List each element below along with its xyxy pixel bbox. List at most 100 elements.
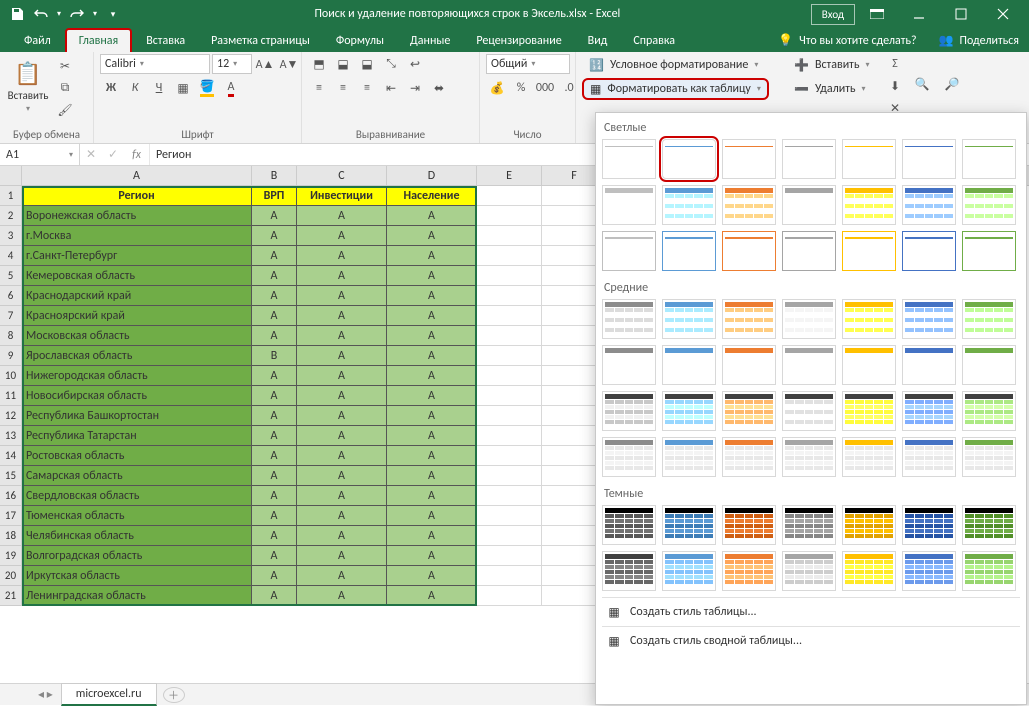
cell[interactable]: A	[297, 346, 387, 366]
table-style-thumb[interactable]	[842, 185, 896, 225]
table-style-thumb[interactable]	[962, 505, 1016, 545]
cell[interactable]	[477, 346, 542, 366]
row-header[interactable]: 11	[0, 386, 22, 406]
cell[interactable]: A	[252, 306, 297, 326]
cell[interactable]: A	[252, 246, 297, 266]
sheet-tab[interactable]: microexcel.ru	[61, 683, 157, 706]
tab-file[interactable]: Файл	[12, 30, 63, 52]
table-style-thumb[interactable]	[962, 345, 1016, 385]
cell[interactable]	[477, 466, 542, 486]
cell[interactable]	[477, 266, 542, 286]
table-style-thumb[interactable]	[722, 185, 776, 225]
row-header[interactable]: 10	[0, 366, 22, 386]
table-style-thumb[interactable]	[782, 437, 836, 477]
cell[interactable]: A	[387, 386, 477, 406]
cell[interactable]: A	[297, 466, 387, 486]
table-style-thumb[interactable]	[962, 185, 1016, 225]
fill-color-icon[interactable]: 🪣	[196, 78, 218, 98]
fx-icon[interactable]: fx	[124, 144, 150, 165]
sort-filter-icon[interactable]: 🔍	[908, 54, 936, 114]
cell[interactable]: A	[387, 326, 477, 346]
table-style-thumb[interactable]	[902, 185, 956, 225]
row-header[interactable]: 20	[0, 566, 22, 586]
cell[interactable]: г.Санкт-Петербург	[22, 246, 252, 266]
cell[interactable]: Ленинградская область	[22, 586, 252, 606]
table-style-thumb[interactable]	[602, 299, 656, 339]
cell[interactable]: Свердловская область	[22, 486, 252, 506]
cell[interactable]	[477, 186, 542, 206]
cell[interactable]: A	[252, 386, 297, 406]
row-header[interactable]: 1	[0, 186, 22, 206]
cell[interactable]: A	[387, 506, 477, 526]
table-style-thumb[interactable]	[722, 437, 776, 477]
cell[interactable]: A	[252, 326, 297, 346]
table-style-thumb[interactable]	[842, 391, 896, 431]
cell[interactable]: A	[297, 206, 387, 226]
comma-icon[interactable]: 000	[534, 78, 556, 98]
cell[interactable]: Кемеровская область	[22, 266, 252, 286]
orientation-icon[interactable]: ⤡	[380, 54, 402, 74]
cut-icon[interactable]: ✂	[54, 56, 76, 76]
cell[interactable]: A	[297, 486, 387, 506]
cell[interactable]	[477, 326, 542, 346]
row-header[interactable]: 9	[0, 346, 22, 366]
cell[interactable]	[477, 426, 542, 446]
tell-me[interactable]: 💡Что вы хотите сделать?	[768, 29, 926, 52]
tab-help[interactable]: Справка	[621, 30, 687, 52]
table-style-thumb[interactable]	[722, 299, 776, 339]
table-style-thumb[interactable]	[902, 139, 956, 179]
cell[interactable]: A	[297, 526, 387, 546]
table-style-thumb[interactable]	[602, 391, 656, 431]
cell[interactable]: A	[252, 286, 297, 306]
insert-cells-button[interactable]: ➕Вставить▾	[788, 54, 875, 76]
format-painter-icon[interactable]: 🖌	[54, 100, 76, 120]
cell[interactable]: A	[252, 586, 297, 606]
cell[interactable]: A	[297, 366, 387, 386]
table-style-thumb[interactable]	[842, 345, 896, 385]
cell[interactable]: A	[252, 266, 297, 286]
cell[interactable]: A	[297, 326, 387, 346]
cell[interactable]: A	[297, 286, 387, 306]
table-style-thumb[interactable]	[662, 185, 716, 225]
cell[interactable]: A	[252, 406, 297, 426]
italic-button[interactable]: К	[124, 78, 146, 98]
cell[interactable]: Воронежская область	[22, 206, 252, 226]
enter-formula-icon[interactable]: ✓	[102, 144, 124, 165]
table-style-thumb[interactable]	[782, 345, 836, 385]
cancel-formula-icon[interactable]: ✕	[80, 144, 102, 165]
table-style-thumb[interactable]	[722, 505, 776, 545]
cell[interactable]: Регион	[22, 186, 252, 206]
cell[interactable]: A	[297, 266, 387, 286]
bold-button[interactable]: Ж	[100, 78, 122, 98]
tab-data[interactable]: Данные	[398, 30, 462, 52]
cell[interactable]: A	[252, 466, 297, 486]
cell[interactable]: ВРП	[252, 186, 297, 206]
table-style-thumb[interactable]	[842, 551, 896, 591]
name-box[interactable]: A1▾	[0, 144, 80, 165]
cell[interactable]: A	[252, 226, 297, 246]
cell[interactable]	[477, 386, 542, 406]
cell[interactable]: A	[252, 506, 297, 526]
align-bottom-icon[interactable]: ⬓	[356, 54, 378, 74]
table-style-thumb[interactable]	[722, 391, 776, 431]
cell[interactable]: A	[252, 366, 297, 386]
row-header[interactable]: 3	[0, 226, 22, 246]
cell[interactable]	[477, 486, 542, 506]
cell[interactable]	[477, 226, 542, 246]
column-header[interactable]: D	[387, 166, 477, 185]
wrap-text-icon[interactable]: ↩	[404, 54, 426, 74]
cell[interactable]	[477, 246, 542, 266]
cell[interactable]: A	[252, 526, 297, 546]
cell[interactable]: A	[297, 406, 387, 426]
cell[interactable]: Волгоградская область	[22, 546, 252, 566]
decrease-font-icon[interactable]: A▼	[278, 54, 300, 74]
table-style-thumb[interactable]	[842, 231, 896, 271]
cell[interactable]: A	[387, 486, 477, 506]
table-style-thumb[interactable]	[602, 345, 656, 385]
table-style-thumb[interactable]	[662, 391, 716, 431]
align-left-icon[interactable]: ≡	[308, 78, 330, 98]
cell[interactable]: Ярославская область	[22, 346, 252, 366]
table-style-thumb[interactable]	[902, 551, 956, 591]
format-as-table-button[interactable]: ▦Форматировать как таблицу▾	[582, 78, 769, 100]
save-icon[interactable]	[6, 2, 28, 26]
